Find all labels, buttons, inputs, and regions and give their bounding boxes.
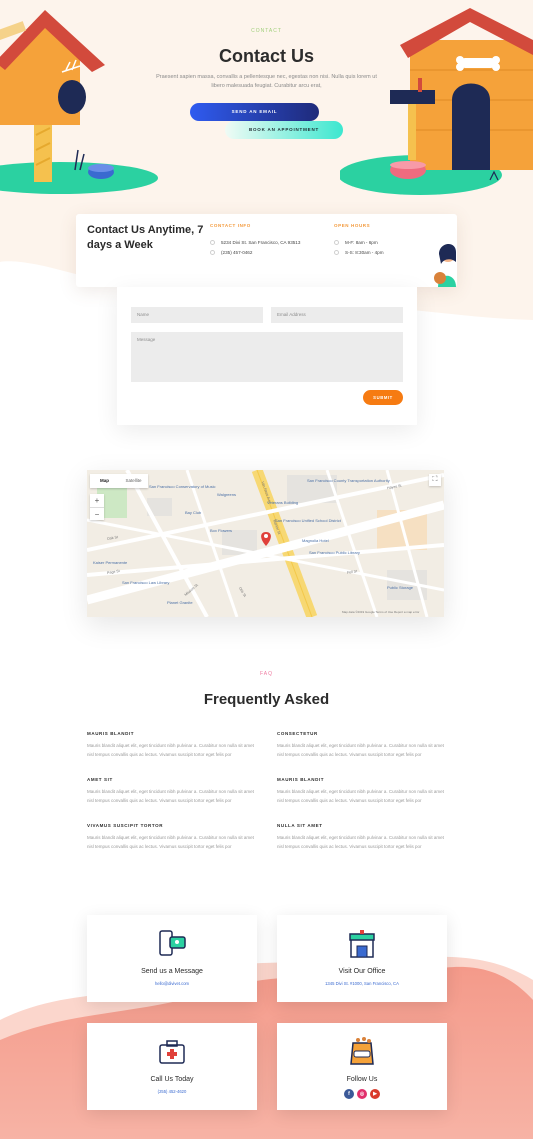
faq-item: VIVAMUS SUSCIPIT TORTOR Mauris blandit a… [87,823,257,852]
location-map[interactable]: Map Satellite ⛶ + − San Francisco Conser… [87,470,444,617]
zoom-control: + − [90,494,104,520]
contact-form: Name Email Address Message SUBMIT [117,287,417,425]
message-field[interactable]: Message [131,332,403,382]
map-label: San Francisco Law Library [122,580,170,585]
address-row: 5234 Divi St. San Francisco, CA 93513 [210,240,300,245]
call-card[interactable]: Call Us Today (255) 452-4620 [87,1023,257,1110]
pet-food-bag-icon [350,1037,374,1065]
contact-info-heading: CONTACT INFO [210,223,251,228]
faq-answer: Mauris blandit aliquet elit, eget tincid… [87,789,254,803]
phone-chat-icon [159,930,186,956]
faq-eyebrow: FAQ [259,671,273,677]
faq-answer: Mauris blandit aliquet elit, eget tincid… [87,743,254,757]
email-field[interactable]: Email Address [271,307,403,323]
clinic-building-icon [349,930,375,958]
open-hours-heading: OPEN HOURS [334,223,371,228]
faq-answer: Mauris blandit aliquet elit, eget tincid… [277,743,444,757]
phone-link[interactable]: (255) 452-4620 [87,1089,257,1094]
phone-text: (235) 457-0462 [221,250,253,255]
faq-item: MAURIS BLANDIT Mauris blandit aliquet el… [87,731,257,760]
info-card-title: Contact Us Anytime, 7 days a Week [87,224,204,251]
weekend-hours-text: S-S: 8:30am - 4pm [345,250,384,255]
message-card-title: Send us a Message [141,968,203,975]
weekday-hours-text: M-F: 8am - 6pm [345,240,378,245]
map-label: San Francisco Unified School District [275,518,341,523]
fullscreen-icon[interactable]: ⛶ [429,474,441,486]
instagram-icon[interactable]: ◎ [357,1089,367,1099]
office-card-title: Visit Our Office [338,968,386,975]
map-label: Kaiser Permanente [93,560,128,565]
office-address-link[interactable]: 1345 Divi St. #1000, San Francisco, CA [277,981,447,986]
faq-question: MAURIS BLANDIT [87,731,135,736]
map-label: Magnolia Hotel [302,538,329,543]
faq-item: AMET SIT Mauris blandit aliquet elit, eg… [87,777,257,806]
faq-title: Frequently Asked [203,691,330,708]
person-with-dog-illustration [434,243,456,287]
faq-answer: Mauris blandit aliquet elit, eget tincid… [87,835,254,849]
hero-description: Praesent sapien massa, convallis a pelle… [156,74,377,89]
map-tab-satellite[interactable]: Satellite [119,474,148,488]
map-tab-map[interactable]: Map [90,474,119,488]
hero-eyebrow: CONTACT [251,28,282,34]
book-appointment-button[interactable]: BOOK AN APPOINTMENT [225,121,343,139]
phone-icon [210,250,215,255]
location-icon [210,240,215,245]
phone-row: (235) 457-0462 [210,250,252,255]
faq-answer: Mauris blandit aliquet elit, eget tincid… [277,789,444,803]
contact-info-card: Contact Us Anytime, 7 days a Week CONTAC… [76,214,457,287]
page-title: Contact Us [218,46,314,66]
map-label: San Francisco Public Library [309,550,360,555]
faq-item: NULLA SIT AMET Mauris blandit aliquet el… [277,823,447,852]
clock-icon [334,240,339,245]
follow-card-title: Follow Us [346,1076,378,1083]
first-aid-kit-icon [159,1040,185,1064]
weekday-hours-row: M-F: 8am - 6pm [334,240,378,245]
address-text: 5234 Divi St. San Francisco, CA 93513 [221,240,301,245]
contact-page: CONTACT Contact Us Praesent sapien massa… [0,0,533,1139]
faq-question: CONSECTETUR [277,731,318,736]
zoom-in-button[interactable]: + [90,494,104,507]
submit-button[interactable]: SUBMIT [363,390,403,405]
map-label: Walgreens [217,492,236,497]
faq-answer: Mauris blandit aliquet elit, eget tincid… [277,835,444,849]
map-type-toggle: Map Satellite [90,474,148,488]
map-label: Planet Granite [167,600,193,605]
faq-question: MAURIS BLANDIT [277,777,325,782]
weekend-hours-row: S-S: 8:30am - 4pm [334,250,384,255]
faq-question: VIVAMUS SUSCIPIT TORTOR [87,823,164,828]
facebook-icon[interactable]: f [344,1089,354,1099]
map-label: Bay Club [185,510,202,515]
zoom-out-button[interactable]: − [90,507,104,520]
map-label: San Francisco County Transportation Auth… [307,478,390,483]
faq-item: MAURIS BLANDIT Mauris blandit aliquet el… [277,777,447,806]
youtube-icon[interactable]: ▶ [370,1089,380,1099]
map-label: Public Storage [387,585,414,590]
message-card[interactable]: Send us a Message hello@divivet.com [87,915,257,1002]
call-card-title: Call Us Today [150,1076,194,1083]
social-links: f ◎ ▶ [277,1089,447,1099]
map-attribution[interactable]: Map data ©2019 Google Terms of Use Repor… [342,610,419,614]
send-email-button[interactable]: SEND AN EMAIL [190,103,319,121]
follow-card: Follow Us f ◎ ▶ [277,1023,447,1110]
footer-wave-decoration [0,956,533,1139]
clock-icon [334,250,339,255]
office-card[interactable]: Visit Our Office 1345 Divi St. #1000, Sa… [277,915,447,1002]
map-label: San Francisco Conservatory of Music [149,484,216,489]
name-field[interactable]: Name [131,307,263,323]
faq-question: AMET SIT [87,777,113,782]
faq-item: CONSECTETUR Mauris blandit aliquet elit,… [277,731,447,760]
email-link[interactable]: hello@divivet.com [87,981,257,986]
faq-question: NULLA SIT AMET [277,823,323,828]
map-label: Box Flowers [210,528,233,533]
